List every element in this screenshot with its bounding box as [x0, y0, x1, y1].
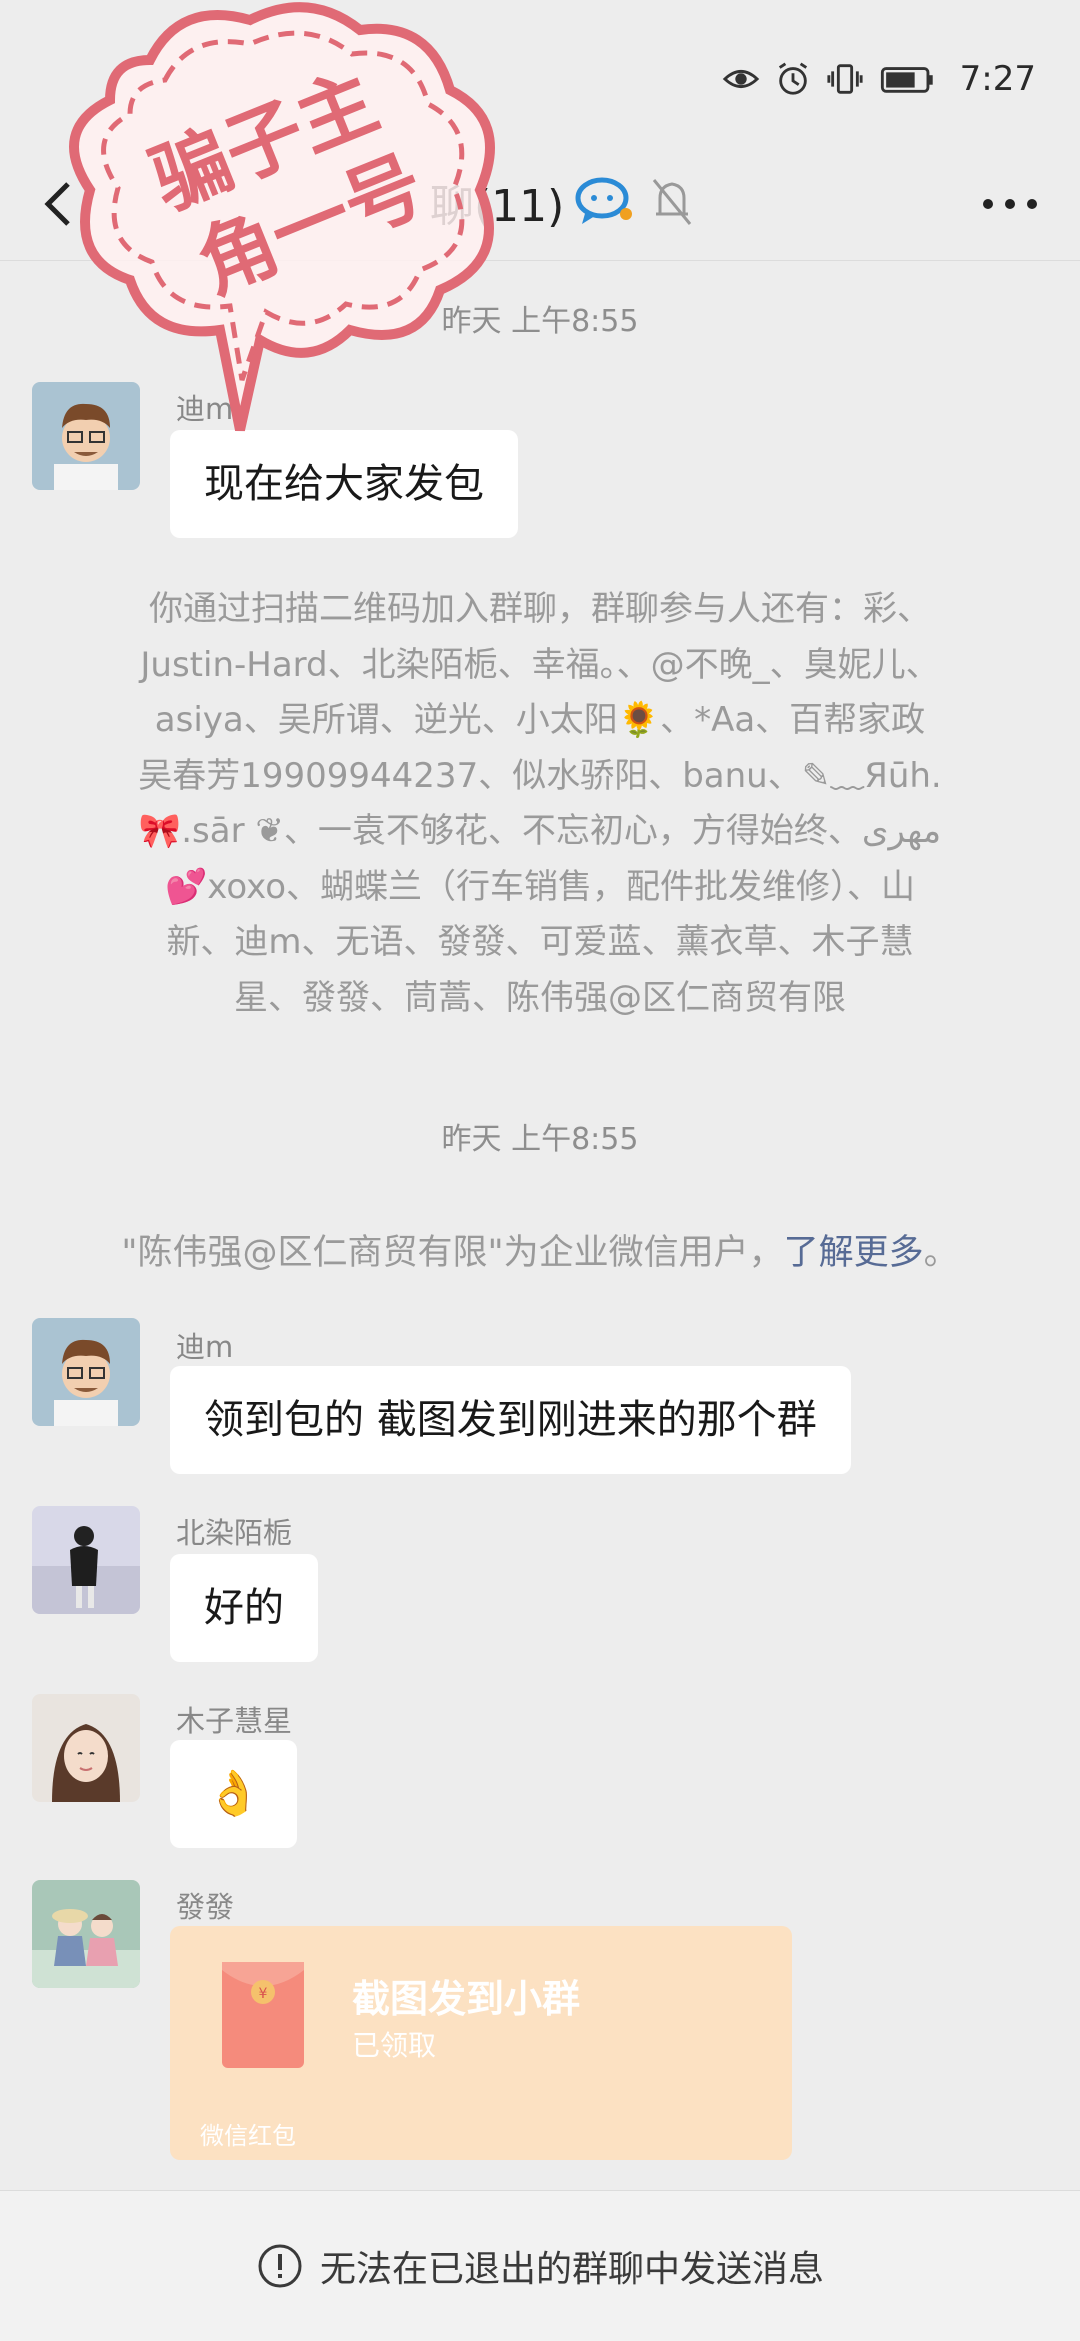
svg-text:¥: ¥ [259, 1986, 268, 2002]
battery-icon [880, 67, 933, 93]
avatar[interactable] [32, 1880, 140, 1988]
red-packet-icon: ¥ [222, 1962, 304, 2068]
join-notice-line: 💕xoxo、蝴蝶兰（行车销售，配件批发维修）、山 [164, 866, 916, 907]
enterprise-user-notice: "陈伟强@区仁商贸有限"为企业微信用户，了解更多。 [40, 1226, 1040, 1282]
group-join-notice: 你通过扫描二维码加入群聊，群聊参与人还有：彩、 Justin-Hard、北染陌栀… [80, 582, 1000, 1026]
ok-emoji-message[interactable]: 👌 [170, 1740, 297, 1848]
input-bar: 无法在已退出的群聊中发送消息 [0, 2190, 1080, 2341]
red-packet-status: 已领取 [352, 2029, 437, 2062]
join-notice-line: 吴春芳19909944237、似水骄阳、banu、✎﹏Яūh. [138, 755, 942, 796]
sender-name: 木子慧星 [176, 1704, 293, 1738]
join-notice-line: 你通过扫描二维码加入群聊，群聊参与人还有：彩、 [149, 589, 931, 629]
red-packet-label: 微信红包 [200, 2122, 296, 2150]
learn-more-link[interactable]: 了解更多 [784, 1233, 924, 1273]
message-bubble[interactable]: 好的 [170, 1554, 318, 1662]
join-notice-line: 新、迪m、无语、發發、可爱蓝、薰衣草、木子慧 [166, 922, 914, 962]
join-notice-line: asiya、吴所谓、逆光、小太阳🌻、*Aa、百帮家政 [154, 700, 926, 740]
exclamation-icon [258, 2244, 302, 2288]
photo-avatar-icon [32, 1506, 140, 1614]
sender-name: 北染陌栀 [176, 1516, 293, 1550]
avatar[interactable] [32, 1694, 140, 1802]
red-packet-card[interactable]: ¥ 截图发到小群 已领取 微信红包 [170, 1926, 792, 2160]
vibrate-icon [827, 64, 863, 94]
scam-warning-stamp: 骗子主 角一号 [69, 2, 495, 432]
red-packet-title: 截图发到小群 [352, 1977, 581, 2021]
status-icons: 7:27 [722, 58, 1036, 100]
join-notice-line: 🎀.sār ❦、一袁不够花、不忘初心，方得始终、مهرى [138, 811, 942, 851]
exited-group-text: 无法在已退出的群聊中发送消息 [319, 2249, 824, 2290]
enterprise-notice-text: "陈伟强@区仁商贸有限"为企业微信用户， [121, 1233, 784, 1273]
photo-avatar-icon [32, 1694, 140, 1802]
sender-name: 迪m [176, 1330, 234, 1364]
eye-icon [722, 69, 759, 89]
join-notice-line: 星、發發、茼蒿、陈伟强@区仁商贸有限 [234, 977, 846, 1018]
more-options-icon[interactable] [980, 196, 1040, 212]
avatar[interactable] [32, 1318, 140, 1426]
message-timestamp: 昨天 上午8:55 [441, 1122, 639, 1157]
alarm-icon [778, 62, 807, 95]
avatar[interactable] [32, 1506, 140, 1614]
sender-name: 發發 [176, 1890, 235, 1924]
clock-time: 7:27 [959, 59, 1036, 99]
mute-bell-icon [652, 179, 692, 225]
cartoon-man-avatar-icon [32, 1318, 140, 1426]
cartoon-kids-avatar-icon [32, 1880, 140, 1988]
join-notice-line: Justin-Hard、北染陌栀、幸福。、@不晚_、臭妮儿、 [140, 644, 940, 685]
exited-group-notice: 无法在已退出的群聊中发送消息 [0, 2191, 1080, 2341]
message-bubble[interactable]: 现在给大家发包 [170, 430, 518, 538]
message-bubble[interactable]: 领到包的 截图发到刚进来的那个群 [170, 1366, 851, 1474]
enterprise-notice-end: 。 [923, 1233, 959, 1273]
